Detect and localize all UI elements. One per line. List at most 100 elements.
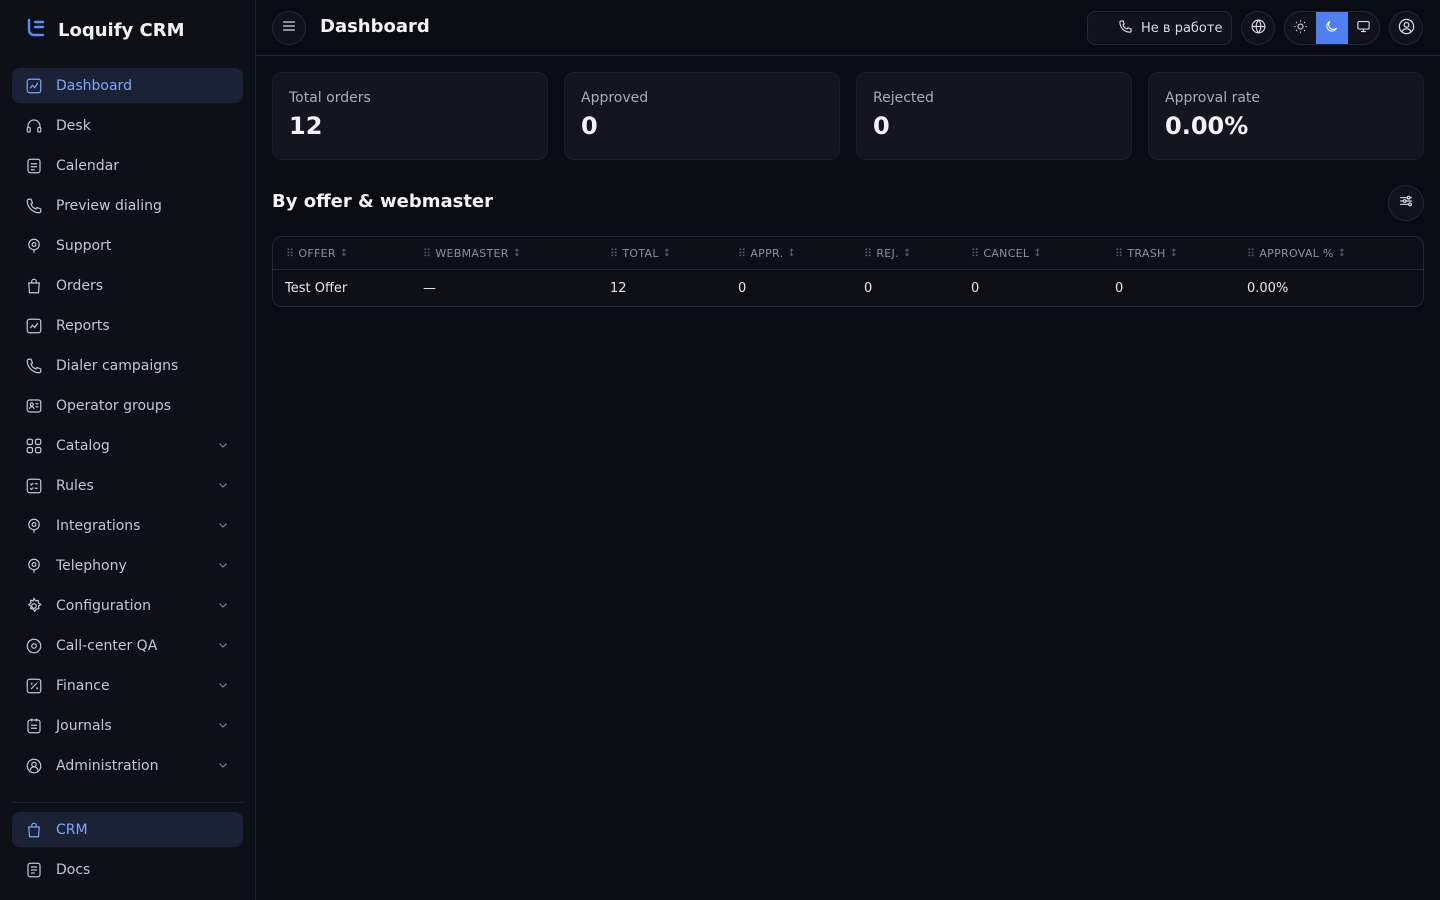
sidebar-item-orders[interactable]: Orders: [12, 268, 243, 303]
sidebar-item-reports[interactable]: Reports: [12, 308, 243, 343]
support-icon: [24, 556, 44, 576]
sidebar-item-label: Journals: [56, 717, 112, 734]
chevron-down-icon: [217, 759, 229, 775]
sidebar-item-label: Reports: [56, 317, 110, 334]
language-button[interactable]: [1241, 11, 1275, 45]
column-header-total[interactable]: ⠿ TOTAL ↕: [610, 247, 671, 260]
rules-icon: [24, 476, 44, 496]
user-menu-button[interactable]: [1389, 11, 1423, 45]
sidebar-item-crm[interactable]: CRM: [12, 812, 243, 847]
sort-icon: ↕: [662, 248, 672, 259]
column-header-webmaster[interactable]: ⠿ WEBMASTER ↕: [423, 247, 521, 260]
page-title: Dashboard: [320, 16, 430, 37]
stat-label: Rejected: [873, 90, 934, 106]
sidebar-item-configuration[interactable]: Configuration: [12, 588, 243, 623]
headset-icon: [24, 116, 44, 136]
sidebar-item-support[interactable]: Support: [12, 228, 243, 263]
sidebar-item-label: Support: [56, 237, 112, 254]
table-cell-trash: 0: [1115, 281, 1124, 296]
column-settings-button[interactable]: [1388, 185, 1424, 221]
column-header-approval-percent[interactable]: ⠿ APPROVAL % ↕: [1247, 247, 1346, 260]
stat-card-rejected: Rejected 0: [856, 72, 1132, 160]
sidebar-item-label: Dialer campaigns: [56, 357, 179, 374]
theme-light-button[interactable]: [1285, 12, 1316, 44]
table-cell-webmaster: —: [423, 281, 436, 296]
sidebar-item-integrations[interactable]: Integrations: [12, 508, 243, 543]
theme-system-button[interactable]: [1348, 12, 1379, 44]
stat-value: 12: [289, 112, 323, 140]
sidebar-item-label: Rules: [56, 477, 94, 494]
bag-icon: [24, 276, 44, 296]
sidebar-item-administration[interactable]: Administration: [12, 748, 243, 783]
drag-handle-icon[interactable]: ⠿: [1247, 247, 1255, 260]
column-header-offer[interactable]: ⠿ OFFER ↕: [286, 247, 348, 260]
doc-icon: [24, 860, 44, 880]
stat-label: Approval rate: [1165, 90, 1261, 106]
topbar: Dashboard Не в работе: [256, 0, 1440, 56]
column-header-rej[interactable]: ⠿ REJ. ↕: [864, 247, 912, 260]
phone-icon: [24, 196, 44, 216]
sidebar-item-docs[interactable]: Docs: [12, 852, 243, 887]
drag-handle-icon[interactable]: ⠿: [286, 247, 294, 260]
sidebar-item-label: Desk: [56, 117, 91, 134]
stat-card-approved: Approved 0: [564, 72, 840, 160]
column-header-trash[interactable]: ⠿ TRASH ↕: [1115, 247, 1178, 260]
drag-handle-icon[interactable]: ⠿: [423, 247, 431, 260]
sidebar-item-label: Operator groups: [56, 397, 172, 414]
chevron-down-icon: [217, 719, 229, 735]
sidebar-item-finance[interactable]: Finance: [12, 668, 243, 703]
sidebar-item-dialer-campaigns[interactable]: Dialer campaigns: [12, 348, 243, 383]
chevron-down-icon: [217, 679, 229, 695]
sort-icon: ↕: [339, 248, 349, 259]
sidebar-item-label: Catalog: [56, 437, 110, 454]
sidebar-item-label: Docs: [56, 861, 91, 878]
theme-switcher: [1284, 11, 1380, 45]
sidebar-item-journals[interactable]: Journals: [12, 708, 243, 743]
bag-icon: [24, 820, 44, 840]
operator-status-button[interactable]: Не в работе: [1087, 11, 1232, 45]
drag-handle-icon[interactable]: ⠿: [738, 247, 746, 260]
logo-icon: [24, 16, 48, 44]
drag-handle-icon[interactable]: ⠿: [971, 247, 979, 260]
menu-toggle-button[interactable]: [272, 11, 306, 45]
sidebar-item-catalog[interactable]: Catalog: [12, 428, 243, 463]
sidebar-item-call-center-qa[interactable]: Call-center QA: [12, 628, 243, 663]
sidebar-divider: [12, 802, 243, 803]
drag-handle-icon[interactable]: ⠿: [610, 247, 618, 260]
sun-icon: [1293, 19, 1308, 38]
table-cell-total: 12: [610, 281, 627, 296]
drag-handle-icon[interactable]: ⠿: [1115, 247, 1123, 260]
sidebar-item-label: CRM: [56, 821, 88, 838]
brand-name: Loquify CRM: [58, 19, 185, 41]
sidebar-item-calendar[interactable]: Calendar: [12, 148, 243, 183]
admin-icon: [24, 756, 44, 776]
sidebar-item-preview-dialing[interactable]: Preview dialing: [12, 188, 243, 223]
brand[interactable]: Loquify CRM: [24, 17, 185, 43]
moon-icon: [1324, 19, 1339, 38]
chevron-down-icon: [217, 559, 229, 575]
sidebar-item-dashboard[interactable]: Dashboard: [12, 68, 243, 103]
table-cell-rej: 0: [864, 281, 873, 296]
stat-label: Total orders: [289, 90, 371, 106]
table-cell-appr: 0: [738, 281, 747, 296]
sliders-icon: [1398, 193, 1414, 213]
group-icon: [24, 396, 44, 416]
sidebar-item-label: Administration: [56, 757, 159, 774]
sidebar-item-operator-groups[interactable]: Operator groups: [12, 388, 243, 423]
column-header-cancel[interactable]: ⠿ CANCEL ↕: [971, 247, 1042, 260]
phone-icon: [24, 356, 44, 376]
sidebar-item-desk[interactable]: Desk: [12, 108, 243, 143]
sidebar-item-rules[interactable]: Rules: [12, 468, 243, 503]
chart-icon: [24, 316, 44, 336]
user-icon: [1397, 17, 1416, 40]
table-row[interactable]: Test Offer — 12 0 0 0 0 0.00%: [273, 271, 1423, 306]
column-header-appr[interactable]: ⠿ APPR. ↕: [738, 247, 796, 260]
theme-dark-button[interactable]: [1316, 12, 1348, 44]
sidebar-bottom-nav: CRM Docs: [12, 812, 243, 892]
stat-value: 0: [873, 112, 890, 140]
sidebar-item-telephony[interactable]: Telephony: [12, 548, 243, 583]
stat-card-total-orders: Total orders 12: [272, 72, 548, 160]
drag-handle-icon[interactable]: ⠿: [864, 247, 872, 260]
gear-icon: [24, 596, 44, 616]
sidebar-item-label: Calendar: [56, 157, 119, 174]
